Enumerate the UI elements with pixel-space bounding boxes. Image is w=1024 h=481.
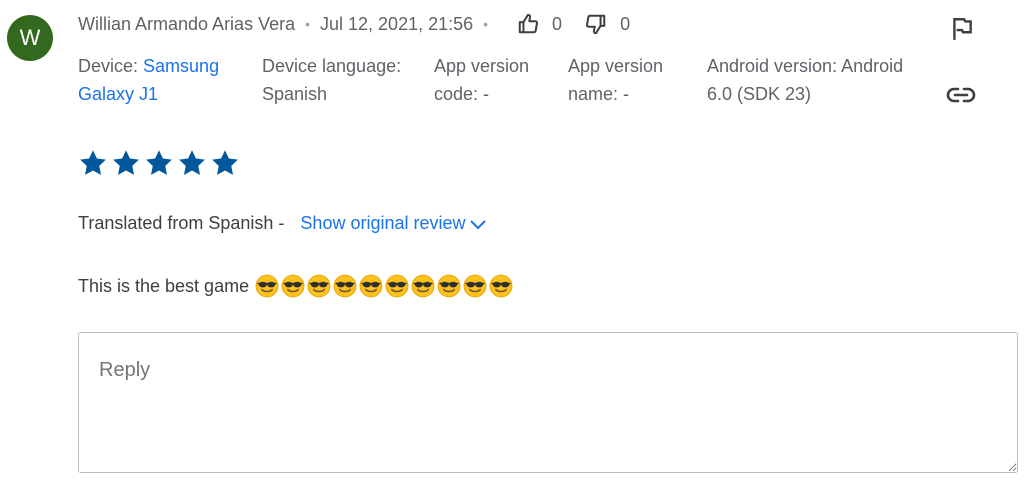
star-icon: [146, 150, 172, 175]
star-icon: [179, 150, 205, 175]
android-version-line1: Android version: Android: [707, 56, 904, 76]
star-icon: [80, 150, 106, 175]
smiling-face-with-sunglasses-emoji: [489, 274, 513, 298]
app-version-name-line1: App version: [568, 56, 664, 76]
review-header: Willian Armando Arias Vera • Jul 12, 202…: [78, 13, 630, 35]
star-rating: [78, 148, 240, 178]
smiling-face-with-sunglasses-emoji: [411, 274, 435, 298]
link-icon[interactable]: [945, 83, 977, 107]
smiling-face-with-sunglasses-emoji: [359, 274, 383, 298]
thumbs-down-button[interactable]: 0: [584, 13, 630, 35]
android-version-line2: 6.0 (SDK 23): [707, 84, 812, 104]
app-version-code-line1: App version: [434, 56, 530, 76]
app-version-code: App version code: -: [434, 52, 529, 108]
device-link-line2[interactable]: Galaxy J1: [78, 80, 219, 108]
reply-input[interactable]: [78, 332, 1018, 473]
device-info: Device: Samsung Galaxy J1: [78, 52, 219, 108]
android-version: Android version: Android 6.0 (SDK 23): [707, 52, 903, 108]
smiling-face-with-sunglasses-emoji: [281, 274, 305, 298]
thumbs-up-count: 0: [552, 13, 563, 34]
device-label: Device:: [78, 56, 144, 76]
emoji-row: [255, 274, 513, 298]
star-icon: [113, 150, 139, 175]
show-original-review-link[interactable]: Show original review: [300, 213, 486, 234]
app-version-name: App version name: -: [568, 52, 663, 108]
separator-dot: •: [483, 16, 489, 32]
smiling-face-with-sunglasses-emoji: [463, 274, 487, 298]
device-language-label: Device language:: [262, 56, 402, 76]
thumb-down-icon: [586, 14, 606, 35]
thumbs-up-button[interactable]: 0: [516, 13, 562, 35]
smiling-face-with-sunglasses-emoji: [385, 274, 409, 298]
smiling-face-with-sunglasses-emoji: [255, 274, 279, 298]
thumbs-down-count: 0: [620, 13, 631, 34]
device-language: Device language: Spanish: [262, 52, 401, 108]
star-icon: [212, 150, 238, 175]
thumb-up-icon: [518, 13, 539, 34]
app-version-code-line2: code: -: [434, 84, 490, 104]
translated-from-text: Translated from Spanish -: [78, 213, 285, 233]
smiling-face-with-sunglasses-emoji: [307, 274, 331, 298]
author-name: Willian Armando Arias Vera: [78, 13, 296, 34]
smiling-face-with-sunglasses-emoji: [437, 274, 461, 298]
chevron-down-icon: [469, 219, 486, 229]
flag-icon[interactable]: [949, 16, 975, 42]
device-language-value: Spanish: [262, 84, 328, 104]
show-original-label: Show original review: [300, 213, 466, 233]
smiling-face-with-sunglasses-emoji: [333, 274, 357, 298]
review-text: This is the best game: [78, 275, 250, 296]
translation-notice: Translated from Spanish - Show original …: [78, 213, 486, 234]
review-text-row: This is the best game: [78, 274, 513, 298]
separator-dot: •: [305, 16, 311, 32]
device-link[interactable]: Samsung: [143, 56, 219, 76]
review-date: Jul 12, 2021, 21:56: [320, 13, 474, 34]
avatar: W: [7, 15, 53, 61]
app-version-name-line2: name: -: [568, 84, 630, 104]
